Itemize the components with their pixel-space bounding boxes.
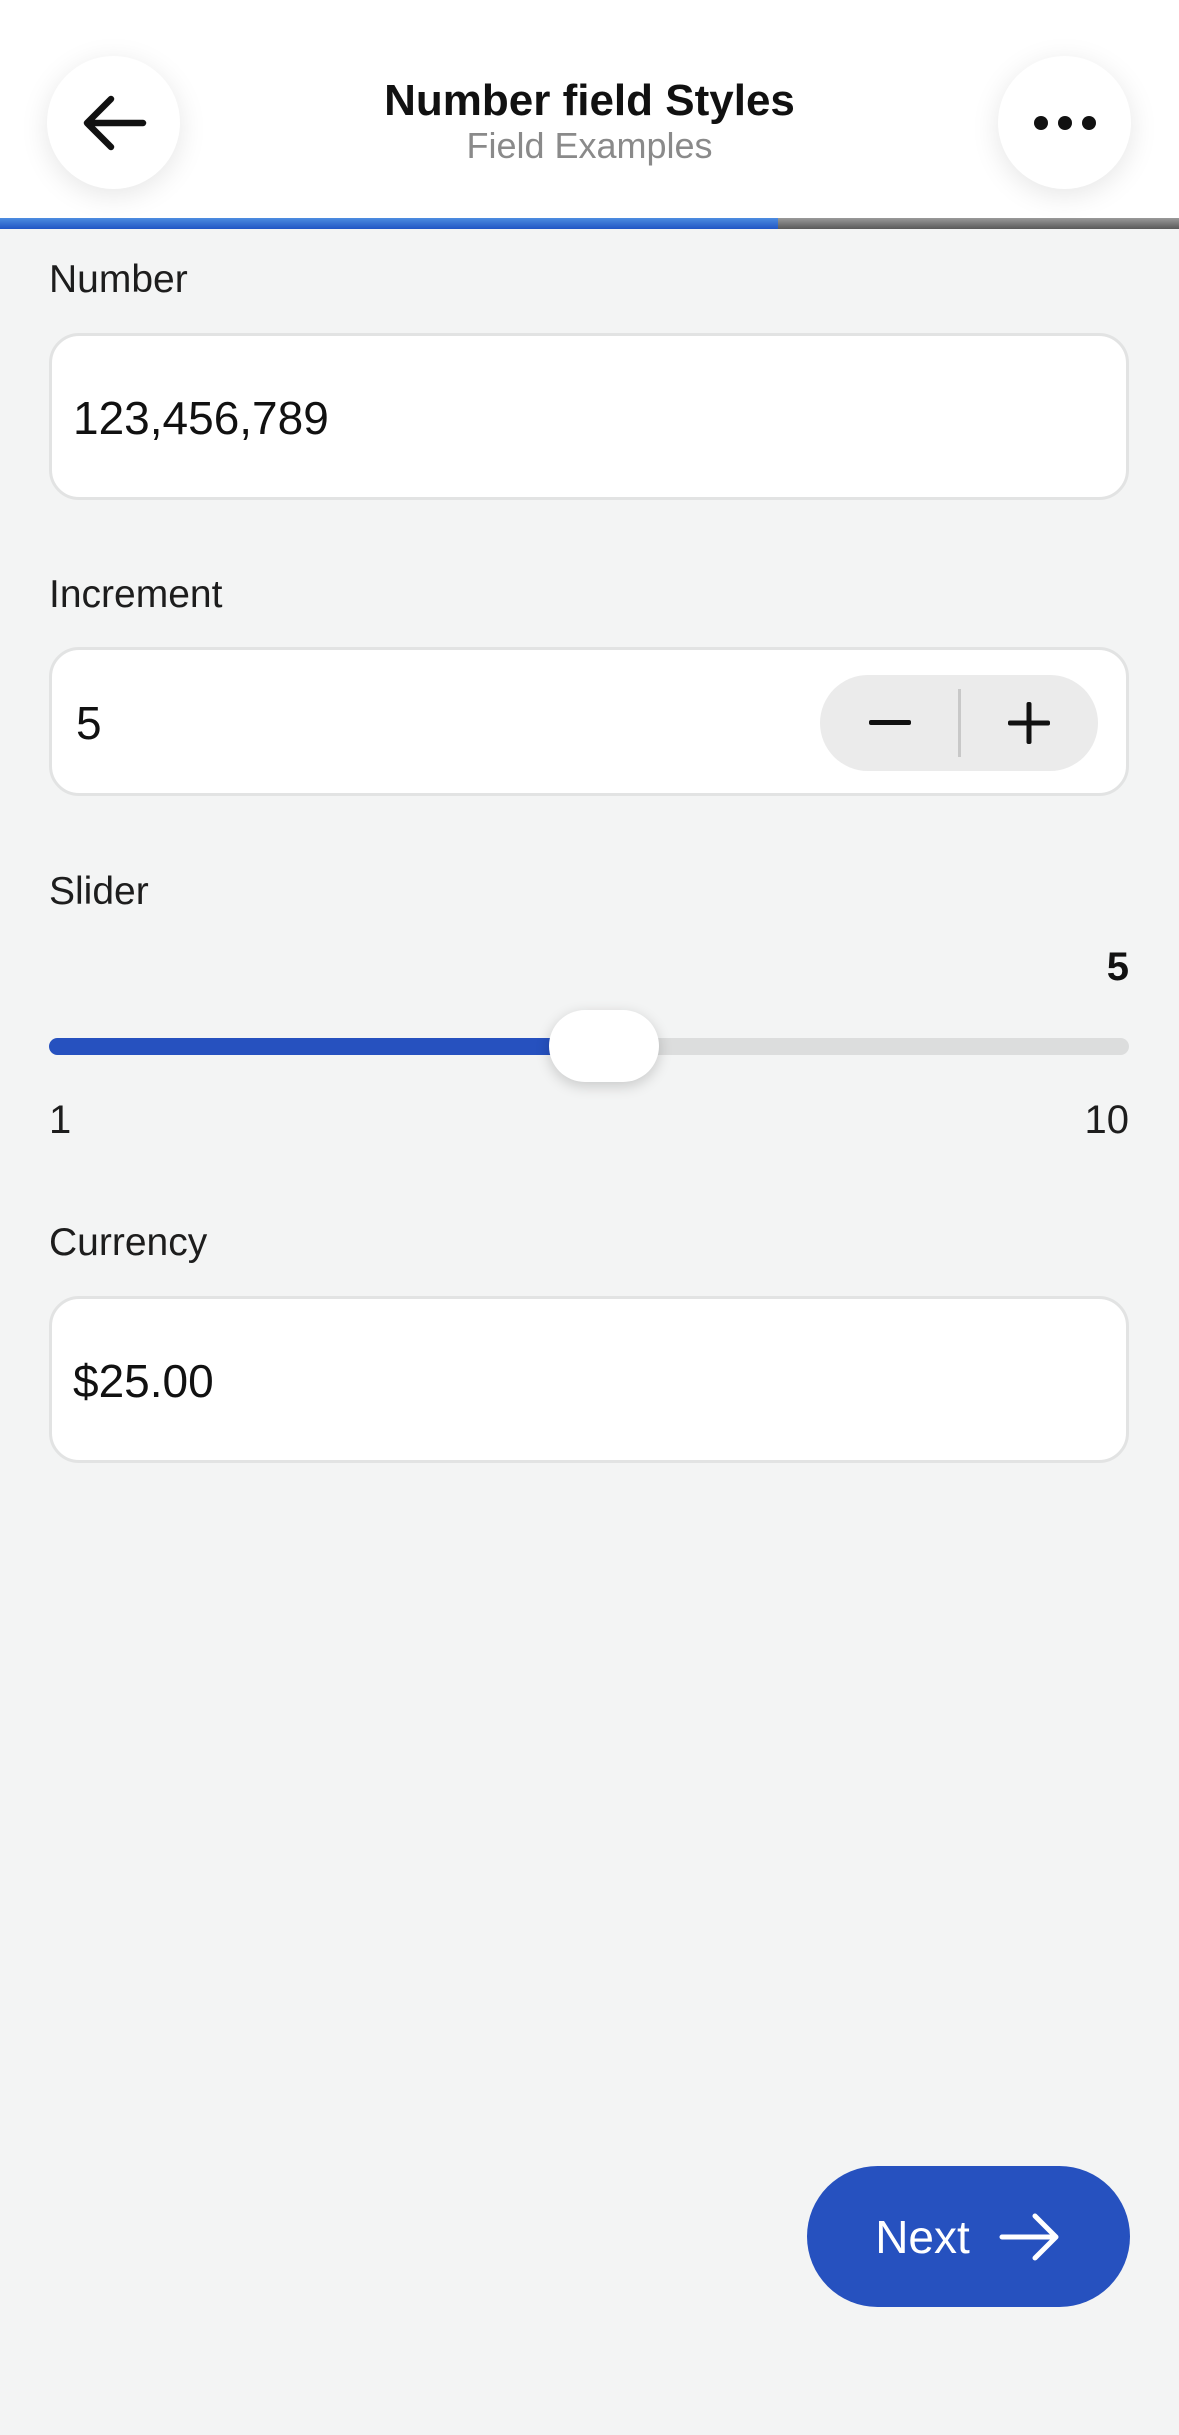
minus-icon [868,720,911,725]
increment-input[interactable]: 5 [49,647,1129,796]
increment-input-value: 5 [76,697,102,749]
more-options-button[interactable] [998,56,1131,189]
slider-value: 5 [1106,945,1129,989]
increment-field-label: Increment [49,573,223,616]
slider-max-label: 10 [1084,1098,1130,1142]
increment-button[interactable] [959,675,1098,771]
page-subtitle: Field Examples [466,125,713,166]
slider-field-label: Slider [49,870,149,913]
slider-thumb[interactable] [549,1010,659,1082]
top-app-bar: Number field Styles Field Examples [0,0,1179,222]
arrow-left-icon [83,95,146,150]
progress-bar-fill [0,218,779,229]
number-input[interactable]: 123,456,789 [49,333,1129,500]
page-title: Number field Styles [384,76,795,125]
currency-field-label: Currency [49,1221,208,1264]
currency-input-value: $25.00 [73,1355,214,1407]
decrement-button[interactable] [820,675,959,771]
number-field-label: Number [49,258,188,301]
slider-fill [49,1038,604,1055]
increment-stepper [820,675,1098,771]
plus-icon [1007,702,1050,744]
next-button-label: Next [875,2210,970,2263]
arrow-right-icon [999,2213,1059,2260]
progress-bar [0,218,1179,229]
header-titles: Number field Styles Field Examples [200,70,979,164]
back-button[interactable] [47,56,180,189]
next-button[interactable]: Next [807,2166,1130,2307]
currency-input[interactable]: $25.00 [49,1296,1129,1463]
slider-min-label: 1 [49,1098,72,1142]
number-input-value: 123,456,789 [73,392,329,444]
more-horizontal-icon [1033,115,1096,130]
